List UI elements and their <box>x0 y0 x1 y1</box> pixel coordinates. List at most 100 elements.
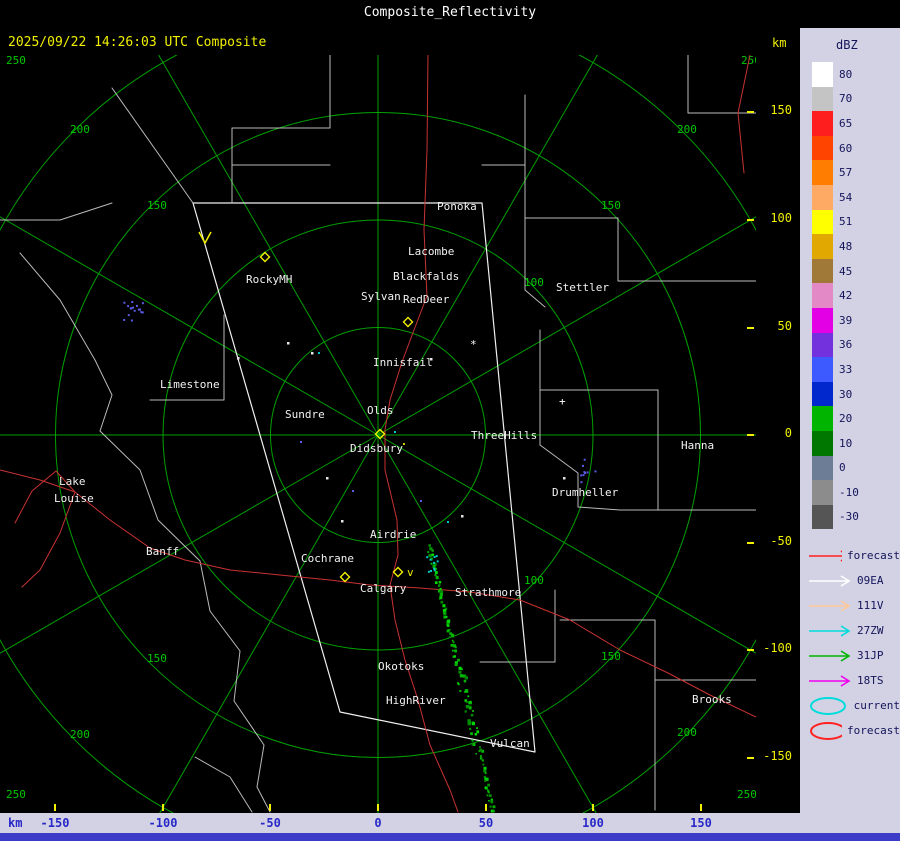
city-label: Lacombe <box>408 245 454 258</box>
colorbar-swatch <box>812 430 833 456</box>
colorbar-value: 10 <box>839 436 853 450</box>
bottom-axis-tick: 150 <box>690 816 712 830</box>
right-axis-tick: -50 <box>770 534 792 548</box>
station-dot <box>341 520 344 523</box>
wind-arrow-marker <box>198 231 212 245</box>
colorbar-entry: 65 <box>812 111 896 136</box>
bottom-axis-tick: -50 <box>259 816 281 830</box>
right-axis-tick: 50 <box>777 319 792 333</box>
colorbar-entry: 70 <box>812 86 896 112</box>
legend-label: 09EA <box>857 574 884 587</box>
legend-item-31JP: 31JP <box>806 643 900 668</box>
city-label: Stettler <box>556 281 609 294</box>
colorbar-entry: 60 <box>812 135 896 161</box>
legend-label: 31JP <box>857 649 884 662</box>
city-label: Vulcan <box>490 737 530 750</box>
colorbar-entry: 45 <box>812 258 896 284</box>
legend-arrow-icon <box>809 649 851 662</box>
colorbar-entry: 33 <box>812 357 896 382</box>
radar-application: Composite_Reflectivity 2025/09/22 14:26:… <box>0 0 900 841</box>
legend-label: current <box>853 699 900 712</box>
app-title: Composite_Reflectivity <box>363 5 537 20</box>
colorbar-swatch <box>812 480 833 505</box>
colorbar-value: 54 <box>839 190 853 204</box>
colorbar-value: 0 <box>839 461 846 475</box>
colorbar-value: 42 <box>839 289 853 303</box>
city-label: Cochrane <box>301 552 354 565</box>
legend-item-current: current <box>806 693 900 718</box>
radial-line <box>0 434 379 654</box>
station-dot <box>326 477 329 480</box>
city-label: Innisfail <box>373 356 433 369</box>
radar-map[interactable]: 2502001502502001501001502001001502002502… <box>0 55 756 813</box>
colorbar-value: 45 <box>839 264 853 278</box>
legend-label: 111V <box>857 599 884 612</box>
colorbar-value: 39 <box>839 313 853 327</box>
city-label: Brooks <box>692 693 732 706</box>
station-dot <box>287 342 290 345</box>
city-label: Sundre <box>285 408 325 421</box>
bottom-axis: km -150 -100 -50 0 50 100 150 <box>0 813 900 833</box>
station-dot <box>563 477 566 480</box>
city-label: Sylvan <box>361 290 401 303</box>
city-label: Hanna <box>681 439 714 452</box>
colorbar-value: 60 <box>839 141 853 155</box>
bottom-axis-tick: -150 <box>40 816 70 830</box>
km-unit-label-bottom: km <box>8 816 23 830</box>
legend-label: forecast <box>847 724 900 737</box>
colorbar-value: 70 <box>839 92 853 106</box>
range-label: 200 <box>677 726 697 739</box>
colorbar-entry: 54 <box>812 184 896 210</box>
legend-item-111V: 111V <box>806 593 900 618</box>
colorbar-swatch <box>812 357 833 382</box>
colorbar-value: -30 <box>839 510 859 524</box>
colorbar-scale: 80 70 65 60 57 54 51 48 45 42 39 36 33 30 20 10 0 -10 -30 <box>812 62 896 530</box>
legend-label: 18TS <box>857 674 884 687</box>
colorbar-swatch <box>812 307 833 333</box>
right-axis-tick-dash <box>747 219 754 221</box>
city-label: Calgary <box>360 582 407 595</box>
right-axis-tick-dash <box>747 649 754 651</box>
city-labels: Ponoka Lacombe Blackfalds Sylvan RedDeer Rock… <box>54 200 732 750</box>
station-dot <box>461 515 464 518</box>
colorbar-entry: 42 <box>812 283 896 308</box>
colorbar-swatch <box>812 283 833 308</box>
city-label: Olds <box>367 404 394 417</box>
legend-label: forecast <box>847 549 900 562</box>
city-label: Lake <box>59 475 86 488</box>
colorbar-swatch <box>812 160 833 185</box>
range-label: 150 <box>601 650 621 663</box>
colorbar-swatch <box>812 381 833 407</box>
colorbar-value: 30 <box>839 387 853 401</box>
colorbar-swatch <box>812 504 833 530</box>
colorbar-entry: 48 <box>812 234 896 259</box>
colorbar-value: 80 <box>839 67 853 81</box>
range-label: 150 <box>601 199 621 212</box>
range-label: 200 <box>70 728 90 741</box>
range-label: 150 <box>147 652 167 665</box>
range-label: 200 <box>677 123 697 136</box>
range-label: 150 <box>147 199 167 212</box>
title-bar: Composite_Reflectivity <box>0 0 900 28</box>
right-axis-tick: -100 <box>763 641 792 655</box>
radial-line <box>159 434 379 813</box>
city-label: Didsbury <box>350 442 403 455</box>
coverage-domain-outline <box>192 202 536 753</box>
range-ring-grid: 2502001502502001501001502001001502002502… <box>0 55 756 813</box>
colorbar-entry: -30 <box>812 504 896 530</box>
colorbar-swatch <box>812 258 833 284</box>
city-label: Louise <box>54 492 94 505</box>
city-label: Drumheller <box>552 486 619 499</box>
legend-item-09EA: 09EA <box>806 568 900 593</box>
colorbar-value: 51 <box>839 215 853 229</box>
city-label: HighRiver <box>386 694 446 707</box>
colorbar-value: 36 <box>839 338 853 352</box>
bottom-edge-strip <box>0 833 900 841</box>
legend-arrow-icon <box>809 549 843 562</box>
right-axis-tick: 100 <box>770 211 792 225</box>
colorbar-entry: 36 <box>812 332 896 358</box>
station-glyph: v <box>407 566 414 579</box>
bottom-axis-tick: 100 <box>582 816 604 830</box>
radar-pane: 2025/09/22 14:26:03 UTC Composite km 250… <box>0 28 800 813</box>
colorbar-panel: dBZ 80 70 65 60 57 54 51 48 45 42 39 36 33 30 20 10 0 -10… <box>800 28 900 813</box>
